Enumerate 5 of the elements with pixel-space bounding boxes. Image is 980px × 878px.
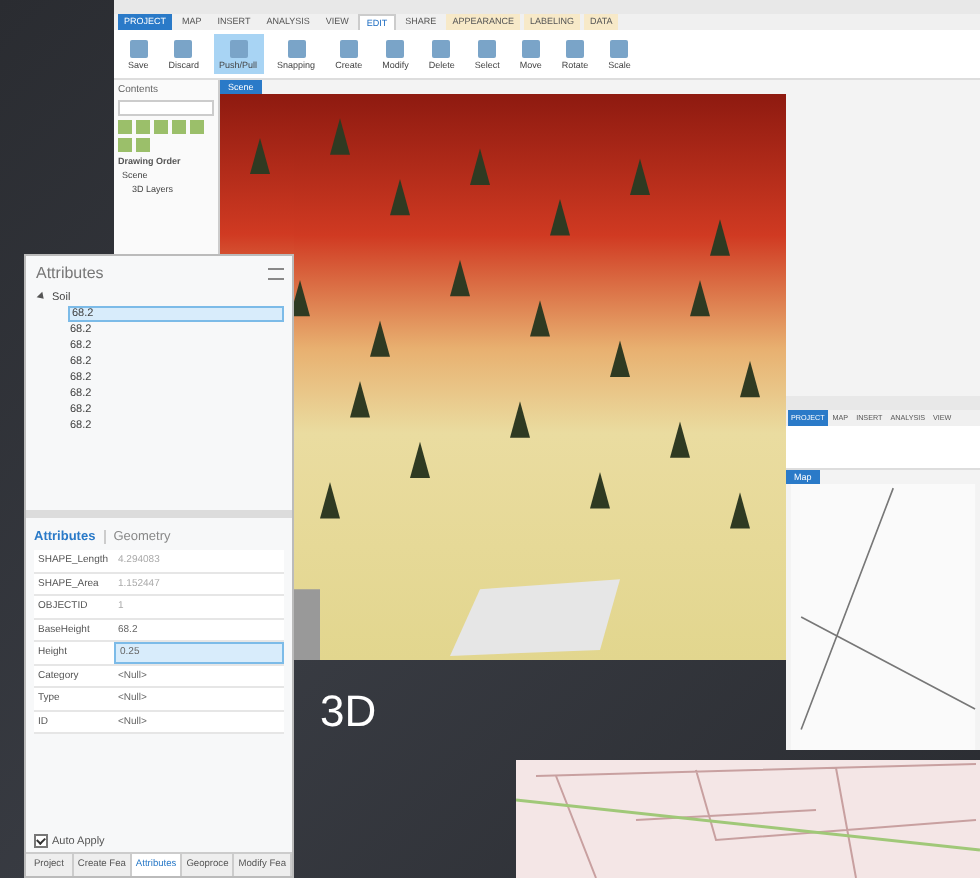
pane-title: Attributes: [36, 264, 104, 282]
checkbox[interactable]: [34, 834, 48, 848]
pin-icon[interactable]: [268, 267, 284, 279]
section-caption: 3D: [320, 688, 377, 736]
search-field[interactable]: [118, 100, 214, 116]
